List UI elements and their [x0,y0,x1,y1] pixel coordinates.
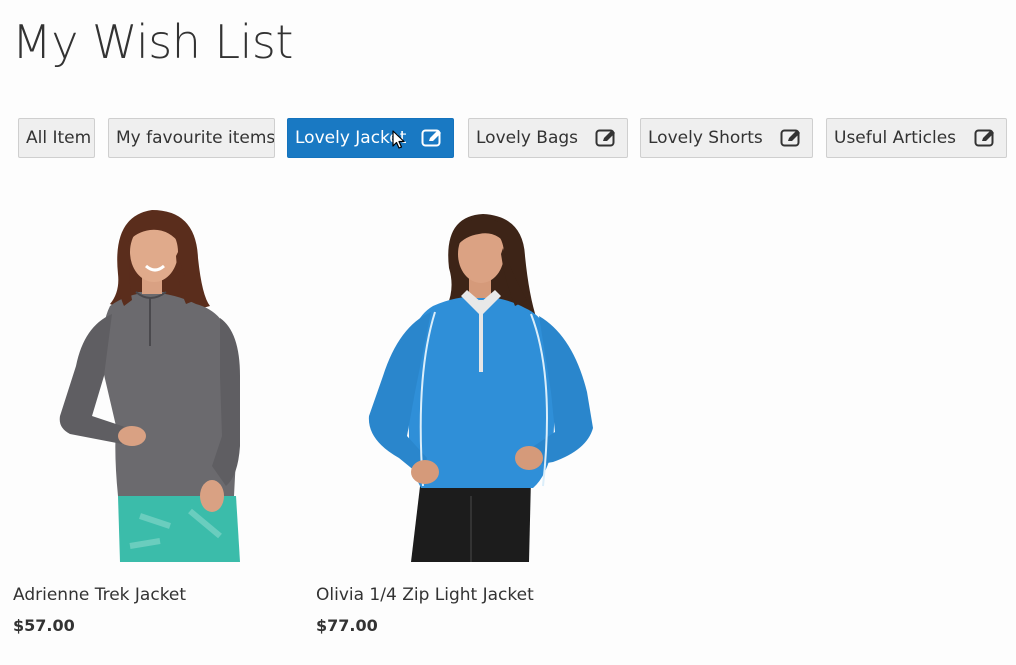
tab-label: My favourite items [116,128,275,148]
tab-lovely-jacket[interactable]: Lovely Jacket [287,118,454,158]
product-name[interactable]: Adrienne Trek Jacket [13,585,186,605]
product-price: $77.00 [316,616,378,635]
tab-label: Lovely Bags [476,128,579,148]
product-price: $57.00 [13,616,75,635]
edit-icon[interactable] [780,128,802,148]
product-item[interactable]: Olivia 1/4 Zip Light Jacket $77.00 [303,196,603,635]
mouse-pointer-icon [392,130,405,149]
tab-lovely-bags[interactable]: Lovely Bags [468,118,628,158]
edit-icon[interactable] [595,128,617,148]
page-title: My Wish List [12,15,293,69]
tab-lovely-shorts[interactable]: Lovely Shorts [640,118,813,158]
tab-my-favourite-items[interactable]: My favourite items [108,118,275,158]
product-photo[interactable] [303,196,603,562]
tab-label: Useful Articles [834,128,957,148]
edit-icon[interactable] [974,128,996,148]
tab-useful-articles[interactable]: Useful Articles [826,118,1007,158]
tab-all-item[interactable]: All Item [18,118,95,158]
tab-label: Lovely Shorts [648,128,763,148]
tab-label: Lovely Jacket [295,128,407,148]
tab-label: All Item [26,128,92,148]
product-item[interactable]: Adrienne Trek Jacket $57.00 [0,196,300,635]
edit-icon[interactable] [421,128,443,148]
product-name[interactable]: Olivia 1/4 Zip Light Jacket [316,585,534,605]
product-photo[interactable] [0,196,300,562]
